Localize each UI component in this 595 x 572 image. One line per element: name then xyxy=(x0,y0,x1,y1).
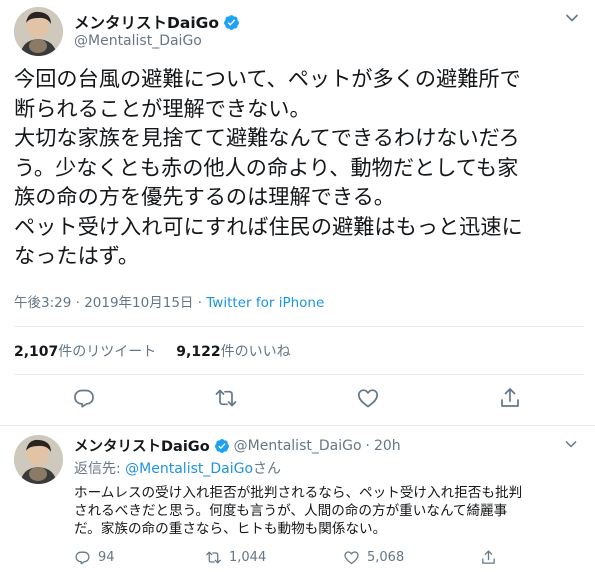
retweet-label: 件のリツイート xyxy=(58,344,157,360)
verified-badge-icon xyxy=(224,14,239,30)
retweet-stat[interactable]: 2,107 件のリツイート xyxy=(14,341,156,361)
reply-actions: 94 1,044 5,068 xyxy=(0,549,595,567)
reply-handle[interactable]: @Mentalist_DaiGo xyxy=(234,438,362,454)
author-name-line: メンタリストDaiGo xyxy=(74,11,240,33)
reply-to-mention[interactable]: @Mentalist_DaiGo xyxy=(125,461,253,477)
meta-separator: · xyxy=(71,295,85,311)
tweet-text: 今回の台風の避難について、ペットが多くの避難所で 断られることが理解できない。 … xyxy=(14,66,523,268)
reply-share-button[interactable] xyxy=(480,549,497,566)
share-icon[interactable] xyxy=(498,386,522,410)
like-count: 9,122 xyxy=(176,344,221,360)
reply-to-suffix: さん xyxy=(253,461,282,477)
reply-author-line: メンタリストDaiGo @Mentalist_DaiGo · 20h xyxy=(74,435,401,456)
divider xyxy=(14,374,584,375)
divider xyxy=(14,326,584,327)
reply-to-line: 返信先: @Mentalist_DaiGoさん xyxy=(74,458,281,478)
tweet-source-link[interactable]: Twitter for iPhone xyxy=(206,295,324,311)
tweet-actions xyxy=(0,386,595,414)
author-handle[interactable]: @Mentalist_DaiGo xyxy=(74,33,202,49)
reply-text: ホームレスの受け入れ拒否が批判されるなら、ペット受け入れ拒否も批判 されるべきだ… xyxy=(74,485,523,537)
reply-dot: · xyxy=(365,437,370,454)
like-label: 件のいいね xyxy=(220,344,291,360)
reply-like-button[interactable]: 5,068 xyxy=(343,549,404,566)
avatar[interactable] xyxy=(14,435,63,484)
reply-reply-button[interactable]: 94 xyxy=(74,549,115,566)
like-stat[interactable]: 9,122 件のいいね xyxy=(176,341,290,361)
tweet-time[interactable]: 午後3:29 xyxy=(14,295,71,311)
author-display-name[interactable]: メンタリストDaiGo xyxy=(74,11,219,33)
retweet-count: 1,044 xyxy=(229,550,267,565)
tweet-date[interactable]: 2019年10月15日 xyxy=(84,295,193,311)
reply-display-name[interactable]: メンタリストDaiGo xyxy=(74,435,210,456)
reply-icon[interactable] xyxy=(72,386,96,410)
reply-time[interactable]: 20h xyxy=(374,438,401,454)
avatar[interactable] xyxy=(14,7,63,56)
tweet-separator xyxy=(0,425,595,426)
retweet-icon xyxy=(206,551,221,564)
verified-badge-icon xyxy=(214,438,229,453)
chevron-down-icon[interactable] xyxy=(565,440,577,448)
like-icon xyxy=(344,551,359,565)
tweet-stats: 2,107 件のリツイート 9,122 件のいいね xyxy=(14,341,291,361)
like-count: 5,068 xyxy=(367,550,405,565)
reply-icon xyxy=(75,551,90,565)
like-icon[interactable] xyxy=(356,386,380,410)
retweet-count: 2,107 xyxy=(14,344,59,360)
reply-retweet-button[interactable]: 1,044 xyxy=(205,549,266,566)
tweet-meta: 午後3:29 · 2019年10月15日 · Twitter for iPhon… xyxy=(14,291,324,311)
meta-separator: · xyxy=(193,295,207,311)
chevron-down-icon[interactable] xyxy=(565,13,579,23)
share-icon xyxy=(482,550,495,564)
reply-to-prefix: 返信先: xyxy=(74,461,126,477)
retweet-icon[interactable] xyxy=(214,386,238,410)
reply-count: 94 xyxy=(98,550,115,565)
